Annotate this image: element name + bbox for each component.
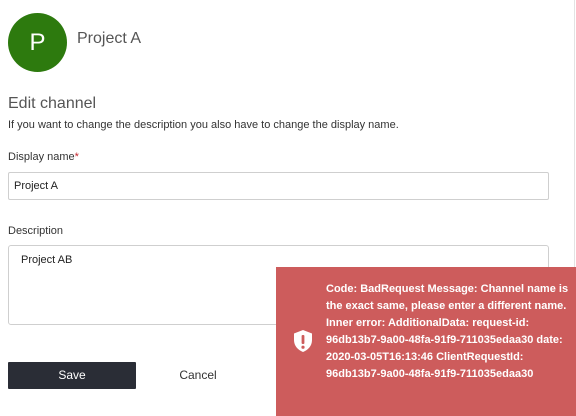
avatar: P <box>8 13 67 72</box>
shield-exclamation-icon <box>294 330 312 352</box>
project-title: Project A <box>77 30 142 47</box>
panel-divider <box>574 0 575 267</box>
description-label: Description <box>8 225 64 237</box>
display-name-input[interactable]: Project A <box>8 172 549 200</box>
cancel-button[interactable]: Cancel <box>150 362 246 389</box>
error-toast[interactable]: Code: BadRequest Message: Channel name i… <box>276 267 576 416</box>
save-button[interactable]: Save <box>8 362 136 389</box>
display-name-label: Display name <box>8 151 75 163</box>
display-name-label-row: Display name* <box>8 151 79 163</box>
error-message: Code: BadRequest Message: Channel name i… <box>326 283 569 380</box>
page-title: Edit channel <box>8 95 97 112</box>
required-marker: * <box>74 151 79 163</box>
page-subtitle: If you want to change the description yo… <box>8 119 399 131</box>
